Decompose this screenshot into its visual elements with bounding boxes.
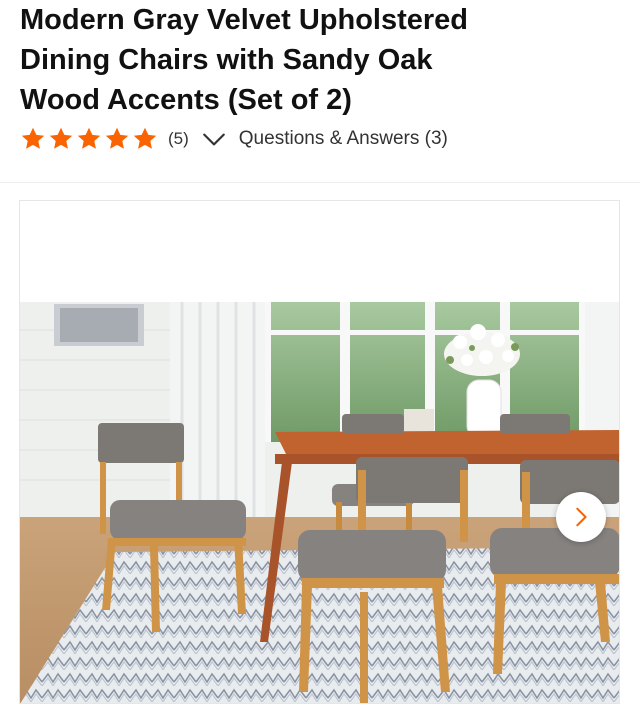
next-image-button[interactable] (556, 492, 606, 542)
product-title: Modern Gray Velvet Upholstered Dining Ch… (20, 0, 620, 120)
product-photo[interactable] (20, 302, 620, 704)
questions-answers-link[interactable]: Questions & Answers (3) (239, 128, 448, 150)
product-title-line-2: Dining Chairs with Sandy Oak (20, 44, 433, 76)
product-title-line-3: Wood Accents (Set of 2) (20, 84, 352, 116)
product-title-line-1: Modern Gray Velvet Upholstered (20, 4, 469, 36)
review-count[interactable]: (5) (168, 129, 189, 149)
product-image-card (19, 200, 620, 704)
star-rating[interactable] (20, 126, 158, 152)
rating-row: (5) Questions & Answers (3) (20, 122, 448, 156)
star-icon (77, 127, 101, 149)
star-icon (21, 127, 45, 149)
section-divider (0, 182, 640, 183)
star-icon (105, 127, 129, 149)
star-icon (49, 127, 73, 149)
chevron-right-icon (576, 507, 587, 527)
chevron-down-icon[interactable] (201, 126, 227, 152)
star-icon (133, 127, 157, 149)
